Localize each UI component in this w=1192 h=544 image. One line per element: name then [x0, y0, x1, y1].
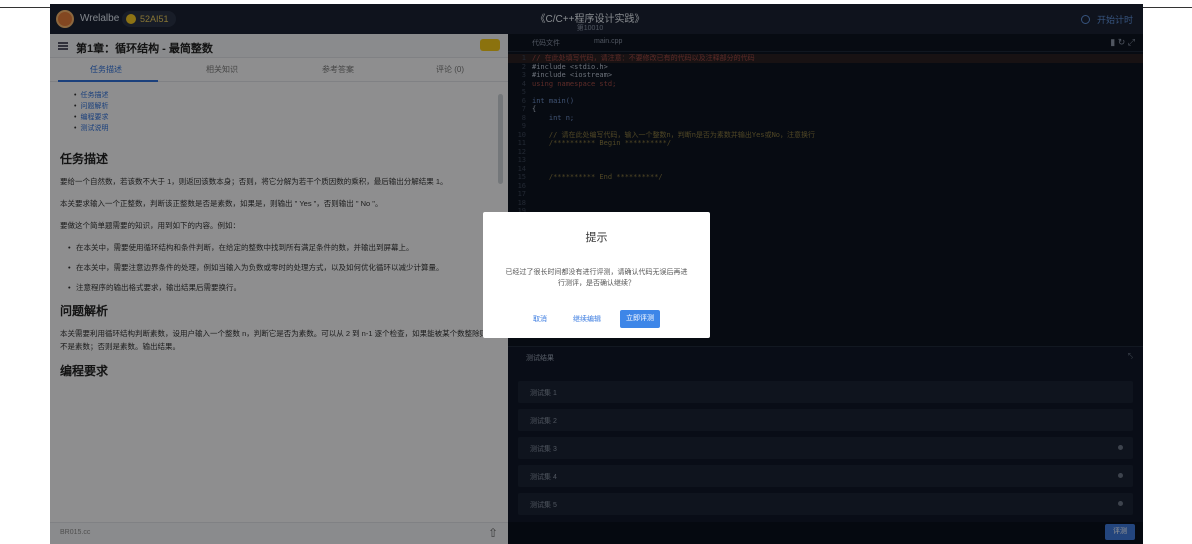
confirm-evaluate-button[interactable]: 立即评测 [620, 310, 660, 328]
dialog-message: 已经过了很长时间都没有进行评测，请确认代码无误后再进行测评，是否确认继续？ [505, 269, 688, 287]
continue-editing-button[interactable]: 继续编辑 [573, 314, 601, 324]
top-rule-right [1143, 7, 1192, 8]
dialog-title: 提示 [585, 232, 608, 244]
top-rule-left [0, 7, 50, 8]
app-window: Wrelalbe 52AI51 《C/C++程序设计实践》 第10010 开始计… [50, 4, 1143, 544]
cancel-button[interactable]: 取消 [533, 314, 547, 324]
screenshot-frame: Wrelalbe 52AI51 《C/C++程序设计实践》 第10010 开始计… [0, 0, 1192, 544]
prompt-dialog: 提示 已经过了很长时间都没有进行评测，请确认代码无误后再进行测评，是否确认继续？… [483, 212, 710, 338]
dialog-buttons: 取消 继续编辑 立即评测 [483, 310, 710, 328]
